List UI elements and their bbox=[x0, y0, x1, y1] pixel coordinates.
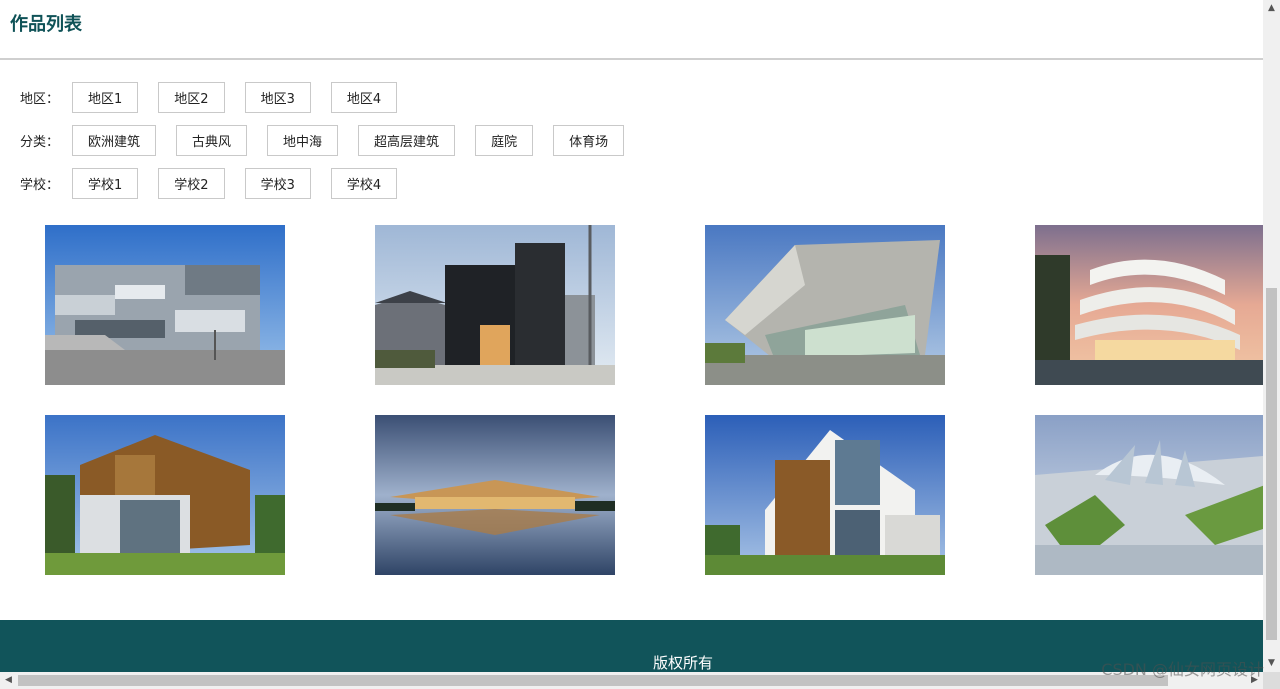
work-thumbnail-4[interactable] bbox=[1035, 225, 1263, 385]
page-title: 作品列表 bbox=[10, 14, 82, 35]
works-gallery bbox=[45, 225, 1263, 575]
filter-option-category-4[interactable]: 超高层建筑 bbox=[358, 125, 456, 156]
work-thumbnail-1[interactable] bbox=[45, 225, 285, 385]
page-viewport: 作品列表 地区： 地区1 地区2 地区3 地区4 分类： 欧洲建筑 古典风 地中海 超高层建筑 庭院… bbox=[0, 0, 1263, 672]
work-thumbnail-2[interactable] bbox=[375, 225, 615, 385]
work-thumbnail-7[interactable] bbox=[705, 415, 945, 575]
curved-white-building-image bbox=[1035, 225, 1263, 385]
filter-label-region: 地区： bbox=[20, 92, 60, 107]
filter-option-category-3[interactable]: 地中海 bbox=[267, 125, 339, 156]
horizontal-scrollbar[interactable]: ◀ ▶ bbox=[0, 672, 1263, 689]
work-thumbnail-3[interactable] bbox=[705, 225, 945, 385]
filter-label-category: 分类： bbox=[20, 135, 60, 150]
filter-option-region-3[interactable]: 地区3 bbox=[244, 82, 311, 113]
copyright-text: 版权所有 bbox=[652, 654, 713, 672]
work-thumbnail-5[interactable] bbox=[45, 415, 285, 575]
work-thumbnail-8[interactable] bbox=[1035, 415, 1263, 575]
wood-panel-house-image bbox=[45, 415, 285, 575]
scrollbar-corner bbox=[1263, 672, 1280, 689]
filter-option-category-5[interactable]: 庭院 bbox=[475, 125, 534, 156]
filter-option-region-1[interactable]: 地区1 bbox=[72, 82, 139, 113]
shell-pavilion-image bbox=[1035, 415, 1263, 575]
filter-option-school-3[interactable]: 学校3 bbox=[244, 168, 311, 199]
wood-glass-house-image bbox=[705, 415, 945, 575]
vertical-scroll-thumb[interactable] bbox=[1266, 288, 1277, 640]
glass-cube-building-image bbox=[45, 225, 285, 385]
work-thumbnail-6[interactable] bbox=[375, 415, 615, 575]
filter-row-school: 学校： 学校1 学校2 学校3 学校4 bbox=[20, 167, 417, 200]
angular-concrete-image bbox=[705, 225, 945, 385]
scroll-down-icon[interactable]: ▼ bbox=[1263, 655, 1280, 672]
pavilion-reflection-image bbox=[375, 415, 615, 575]
filter-row-region: 地区： 地区1 地区2 地区3 地区4 bbox=[20, 81, 417, 114]
title-divider bbox=[0, 58, 1263, 60]
horizontal-scroll-thumb[interactable] bbox=[18, 675, 1168, 686]
filter-row-category: 分类： 欧洲建筑 古典风 地中海 超高层建筑 庭院 体育场 bbox=[20, 124, 644, 157]
vertical-scrollbar[interactable]: ▲ ▼ bbox=[1263, 0, 1280, 672]
filter-option-school-2[interactable]: 学校2 bbox=[158, 168, 225, 199]
filter-option-school-1[interactable]: 学校1 bbox=[72, 168, 139, 199]
watermark: CSDN @仙女网页设计 bbox=[1101, 660, 1264, 679]
black-house-image bbox=[375, 225, 615, 385]
filter-option-category-2[interactable]: 古典风 bbox=[176, 125, 248, 156]
scroll-left-icon[interactable]: ◀ bbox=[0, 672, 17, 689]
filter-option-school-4[interactable]: 学校4 bbox=[330, 168, 398, 199]
filter-label-school: 学校： bbox=[20, 178, 60, 193]
footer: 版权所有 bbox=[0, 620, 1263, 672]
filter-option-region-2[interactable]: 地区2 bbox=[158, 82, 225, 113]
scroll-up-icon[interactable]: ▲ bbox=[1263, 0, 1280, 17]
filter-option-category-6[interactable]: 体育场 bbox=[553, 125, 625, 156]
filter-option-category-1[interactable]: 欧洲建筑 bbox=[72, 125, 157, 156]
filter-option-region-4[interactable]: 地区4 bbox=[330, 82, 398, 113]
